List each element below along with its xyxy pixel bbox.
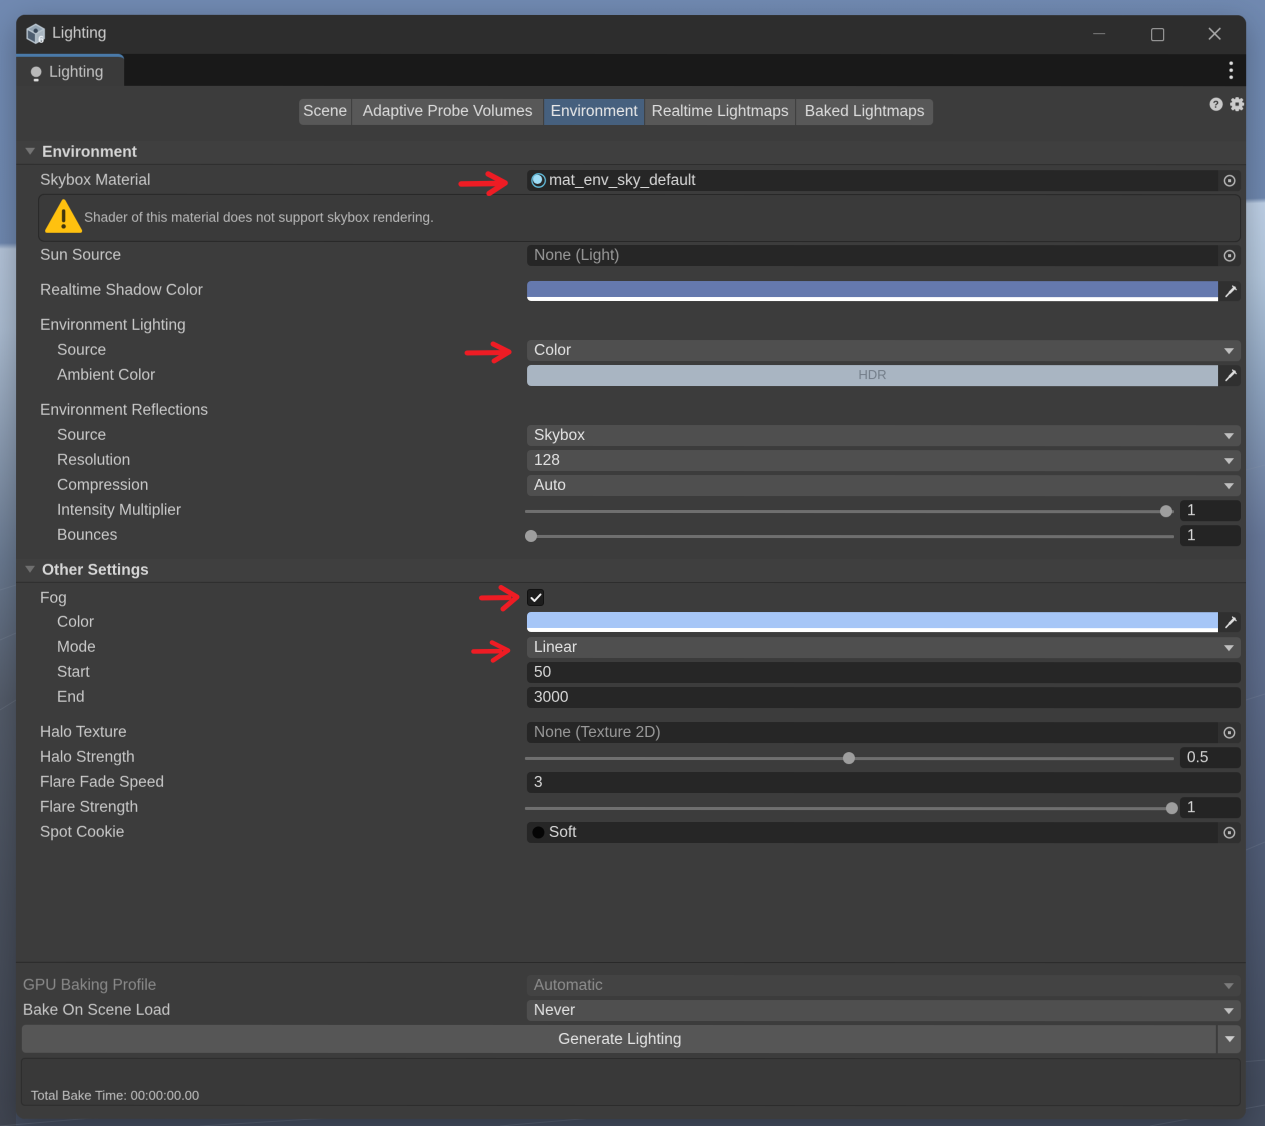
svg-text:6: 6 (38, 34, 44, 45)
svg-text:?: ? (1213, 100, 1219, 111)
